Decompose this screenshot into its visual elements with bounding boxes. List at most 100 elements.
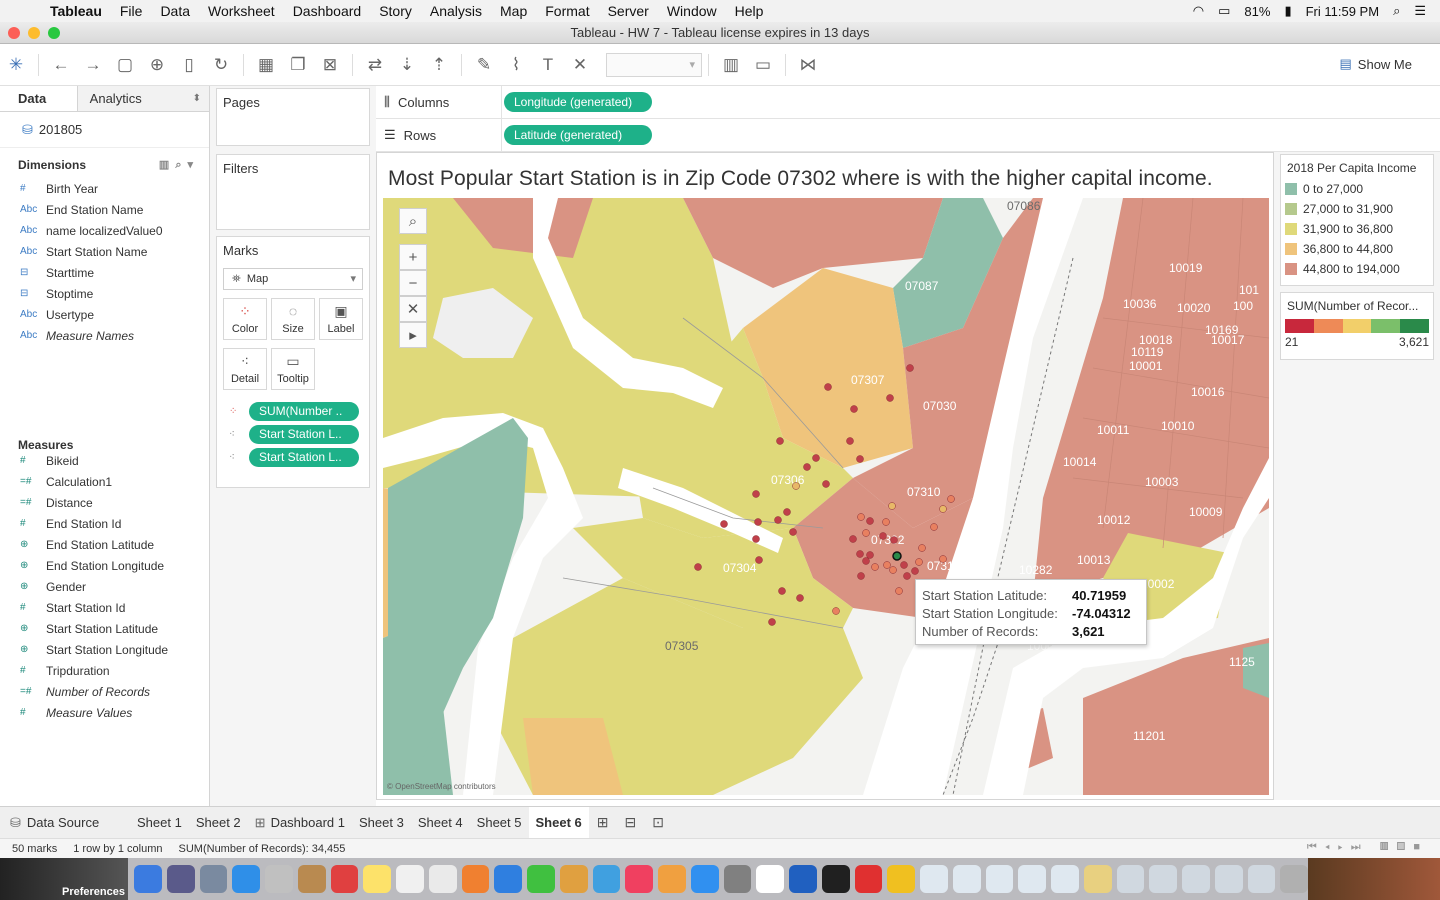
tab-sheet-6[interactable]: Sheet 6 [528, 806, 589, 839]
station-mark[interactable] [918, 544, 926, 552]
dimensions-tools-icon[interactable]: ▥⌕▾ [159, 158, 199, 172]
airplay-icon[interactable]: ▭ [1218, 3, 1230, 19]
station-mark[interactable] [915, 558, 923, 566]
menu-file[interactable]: File [116, 3, 147, 19]
tab-data[interactable]: Data [0, 86, 78, 111]
dock-app-icon[interactable] [1083, 865, 1112, 893]
dock-app-icon[interactable] [625, 865, 653, 893]
tableau-logo-icon[interactable]: ✳ [0, 49, 32, 81]
undo-icon[interactable]: ← [45, 49, 77, 81]
station-mark[interactable] [832, 607, 840, 615]
marks-pill-start-station-lat[interactable]: Start Station L.. [249, 425, 359, 444]
station-mark[interactable] [888, 502, 896, 510]
tab-data-source[interactable]: ⛁ Data Source [0, 807, 130, 839]
share-icon[interactable]: ⋈ [792, 49, 824, 81]
close-window-button[interactable] [8, 27, 20, 39]
station-mark[interactable] [895, 587, 903, 595]
battery-percent[interactable]: 81% [1244, 4, 1270, 19]
duplicate-sheet-icon[interactable]: ❐ [282, 49, 314, 81]
income-legend[interactable]: 2018 Per Capita Income 0 to 27,000 27,000… [1280, 154, 1434, 286]
station-mark[interactable] [906, 364, 914, 372]
dock-app-icon[interactable] [461, 865, 490, 893]
new-worksheet-tab-icon[interactable]: ⊞ [589, 814, 617, 831]
station-mark[interactable] [778, 587, 786, 595]
marks-pill-sum-records[interactable]: SUM(Number .. [249, 402, 359, 421]
dock-app-icon[interactable] [494, 865, 522, 893]
rows-pill[interactable]: Latitude (generated) [504, 125, 652, 145]
station-mark[interactable] [783, 508, 791, 516]
field-item[interactable]: Abc End Station Name [0, 199, 209, 220]
field-item[interactable]: Abc Usertype [0, 304, 209, 325]
dock-app-icon[interactable] [952, 865, 981, 893]
station-mark[interactable] [755, 556, 763, 564]
station-mark[interactable] [886, 394, 894, 402]
sort-descending-icon[interactable]: ⇡ [423, 49, 455, 81]
station-mark[interactable] [889, 566, 897, 574]
dock-app-icon[interactable] [166, 865, 195, 893]
field-item[interactable]: Abc Measure Names [0, 325, 209, 346]
selected-station-mark[interactable] [892, 551, 902, 561]
new-dashboard-tab-icon[interactable]: ⊟ [616, 814, 644, 831]
map-svg[interactable]: 0708607087073070703007306073100730207311… [383, 198, 1269, 795]
station-mark[interactable] [822, 480, 830, 488]
dock-app-icon[interactable] [723, 865, 752, 893]
show-mark-labels-icon[interactable]: T [532, 49, 564, 81]
dock-app-icon[interactable] [920, 865, 948, 893]
station-mark[interactable] [900, 561, 908, 569]
fit-dropdown[interactable] [606, 52, 702, 77]
show-cards-icon[interactable]: ▥ [715, 49, 747, 81]
filters-card[interactable]: Filters [216, 154, 370, 230]
field-item[interactable]: ⊟ Starttime [0, 262, 209, 283]
size-button[interactable]: ◌ Size [271, 298, 315, 340]
dock-app-icon[interactable] [756, 865, 784, 893]
menu-analysis[interactable]: Analysis [426, 3, 486, 19]
station-mark[interactable] [796, 594, 804, 602]
sheet-nav-controls[interactable]: ⏮◂▸⏭ ▦▤■ [1307, 841, 1428, 854]
tab-sheet-4[interactable]: Sheet 4 [411, 807, 470, 839]
station-mark[interactable] [776, 437, 784, 445]
field-item[interactable]: ⊕ End Station Latitude [0, 534, 209, 555]
station-mark[interactable] [903, 572, 911, 580]
dock-app-icon[interactable] [527, 865, 555, 893]
station-mark[interactable] [720, 520, 728, 528]
tab-sheet-2[interactable]: Sheet 2 [189, 807, 248, 839]
station-mark[interactable] [789, 528, 797, 536]
station-mark[interactable] [879, 532, 887, 540]
station-mark[interactable] [866, 551, 874, 559]
field-item[interactable]: # Bikeid [0, 450, 209, 471]
station-mark[interactable] [856, 455, 864, 463]
mark-type-dropdown[interactable]: ⛯ Map [223, 268, 363, 290]
station-mark[interactable] [857, 513, 865, 521]
dock-app-icon[interactable] [592, 865, 621, 893]
station-mark[interactable] [862, 529, 870, 537]
station-mark[interactable] [856, 550, 864, 558]
dock-app-icon[interactable] [789, 865, 817, 893]
legend-item[interactable]: 0 to 27,000 [1281, 179, 1433, 199]
field-item[interactable]: # End Station Id [0, 513, 209, 534]
station-mark[interactable] [930, 523, 938, 531]
station-mark[interactable] [824, 383, 832, 391]
menu-dashboard[interactable]: Dashboard [289, 3, 366, 19]
legend-item[interactable]: 36,800 to 44,800 [1281, 239, 1433, 259]
menu-format[interactable]: Format [541, 3, 593, 19]
zoom-window-button[interactable] [48, 27, 60, 39]
swap-rows-columns-icon[interactable]: ⇄ [359, 49, 391, 81]
new-story-tab-icon[interactable]: ⊡ [644, 814, 672, 831]
field-item[interactable]: ⊟ Stoptime [0, 283, 209, 304]
dock-app-icon[interactable] [821, 865, 850, 893]
records-legend[interactable]: SUM(Number of Recor... 21 3,621 [1280, 292, 1434, 360]
station-mark[interactable] [857, 572, 865, 580]
station-mark[interactable] [939, 505, 947, 513]
field-item[interactable]: # Tripduration [0, 660, 209, 681]
new-worksheet-icon[interactable]: ▦ [250, 49, 282, 81]
dock-app-icon[interactable] [658, 865, 686, 893]
tab-analytics[interactable]: Analytics [77, 86, 209, 112]
field-item[interactable]: # Birth Year [0, 178, 209, 199]
station-mark[interactable] [890, 536, 898, 544]
minimize-window-button[interactable] [28, 27, 40, 39]
station-mark[interactable] [792, 482, 800, 490]
station-mark[interactable] [871, 563, 879, 571]
map-canvas[interactable]: 07086 07087 07307 07030 07306 07310 07302 07311… [383, 198, 1269, 795]
dock-app-icon[interactable] [1214, 865, 1243, 893]
legend-item[interactable]: 44,800 to 194,000 [1281, 259, 1433, 279]
